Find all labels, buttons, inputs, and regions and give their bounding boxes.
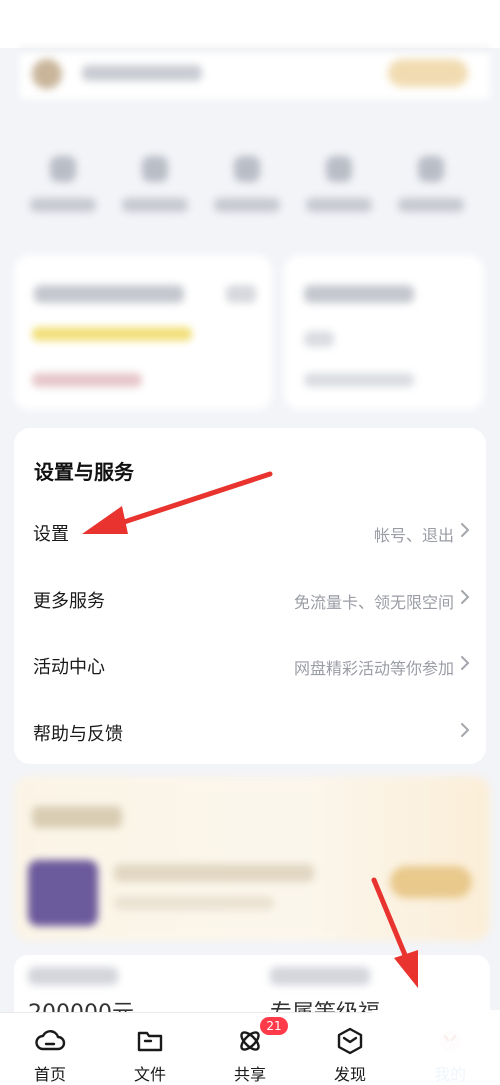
section-title: 设置与服务 (34, 460, 134, 484)
settings-row-title: 设置 (33, 524, 69, 545)
avatar[interactable] (32, 59, 62, 89)
promo-subtext-redacted (114, 896, 274, 910)
quick-actions-row (20, 150, 480, 230)
help-feedback-title: 帮助与反馈 (33, 724, 123, 745)
help-feedback-row[interactable]: 帮助与反馈 (14, 704, 486, 760)
chevron-right-icon (461, 656, 470, 670)
more-services-row[interactable]: 更多服务 免流量卡、领无限空间 (14, 571, 486, 627)
storage-progress-bar (32, 327, 192, 341)
lower-benefits-strip: 200000元 专属等级福 (14, 955, 490, 1026)
folder-icon (137, 1031, 163, 1052)
tab-files[interactable]: 文件 (100, 1013, 200, 1085)
chevron-right-icon (461, 590, 470, 604)
benefit-label-redacted (270, 967, 370, 985)
promo-image (28, 860, 98, 926)
tab-share-label: 共享 (233, 1065, 266, 1084)
tab-share[interactable]: 21 共享 (200, 1013, 300, 1085)
quick-action-icon (142, 156, 168, 182)
chevron-right-icon (461, 723, 470, 737)
quick-action-label (398, 198, 464, 212)
mini-card-value-redacted (304, 331, 334, 347)
settings-row[interactable]: 设置 帐号、退出 (14, 504, 486, 560)
settings-services-card: 设置与服务 设置 帐号、退出 更多服务 免流量卡、领无限空间 活动中心 网盘精彩… (14, 428, 486, 764)
quick-action-icon (50, 156, 76, 182)
settings-row-subtitle: 帐号、退出 (373, 526, 454, 545)
home-cloud-icon (35, 1030, 66, 1051)
username-redacted (82, 65, 202, 81)
storage-extra-redacted (226, 285, 256, 303)
quick-action[interactable] (388, 150, 468, 220)
quick-action-label (122, 198, 188, 212)
storage-card[interactable] (14, 255, 272, 410)
quick-action-icon (234, 156, 260, 182)
status-area (0, 0, 500, 48)
promo-banner-card[interactable] (14, 776, 490, 941)
tab-files-label: 文件 (133, 1065, 166, 1084)
quick-action-label (30, 198, 96, 212)
more-services-subtitle: 免流量卡、领无限空间 (293, 593, 454, 612)
activity-center-row[interactable]: 活动中心 网盘精彩活动等你参加 (14, 637, 486, 693)
quick-action-label (214, 198, 280, 212)
storage-note-redacted (32, 373, 142, 387)
promo-action-button[interactable] (390, 866, 472, 898)
quick-action-label (306, 198, 372, 212)
quick-action[interactable] (20, 150, 100, 220)
quick-action[interactable] (112, 150, 192, 220)
quick-action-icon (418, 156, 444, 182)
activity-center-subtitle: 网盘精彩活动等你参加 (293, 659, 454, 678)
storage-title-redacted (34, 285, 184, 303)
mini-card-note-redacted (304, 373, 414, 387)
activity-center-title: 活动中心 (33, 657, 105, 678)
share-badge: 21 (260, 1017, 288, 1035)
chevron-right-icon (461, 523, 470, 537)
watermark-overlay (372, 1010, 500, 1084)
tab-home-label: 首页 (33, 1065, 66, 1084)
quick-action[interactable] (296, 150, 376, 220)
tab-home[interactable]: 首页 (0, 1013, 100, 1085)
promo-text-redacted (114, 864, 314, 882)
quick-action[interactable] (204, 150, 284, 220)
more-services-title: 更多服务 (33, 591, 105, 612)
benefit-label-redacted (28, 967, 118, 985)
mini-card-title-redacted (304, 285, 414, 303)
promo-mini-card[interactable] (284, 255, 484, 410)
vip-button[interactable] (388, 59, 468, 87)
discover-cube-icon (337, 1027, 363, 1055)
quick-action-icon (326, 156, 352, 182)
profile-header[interactable] (20, 48, 490, 99)
promo-title-redacted (32, 806, 122, 828)
